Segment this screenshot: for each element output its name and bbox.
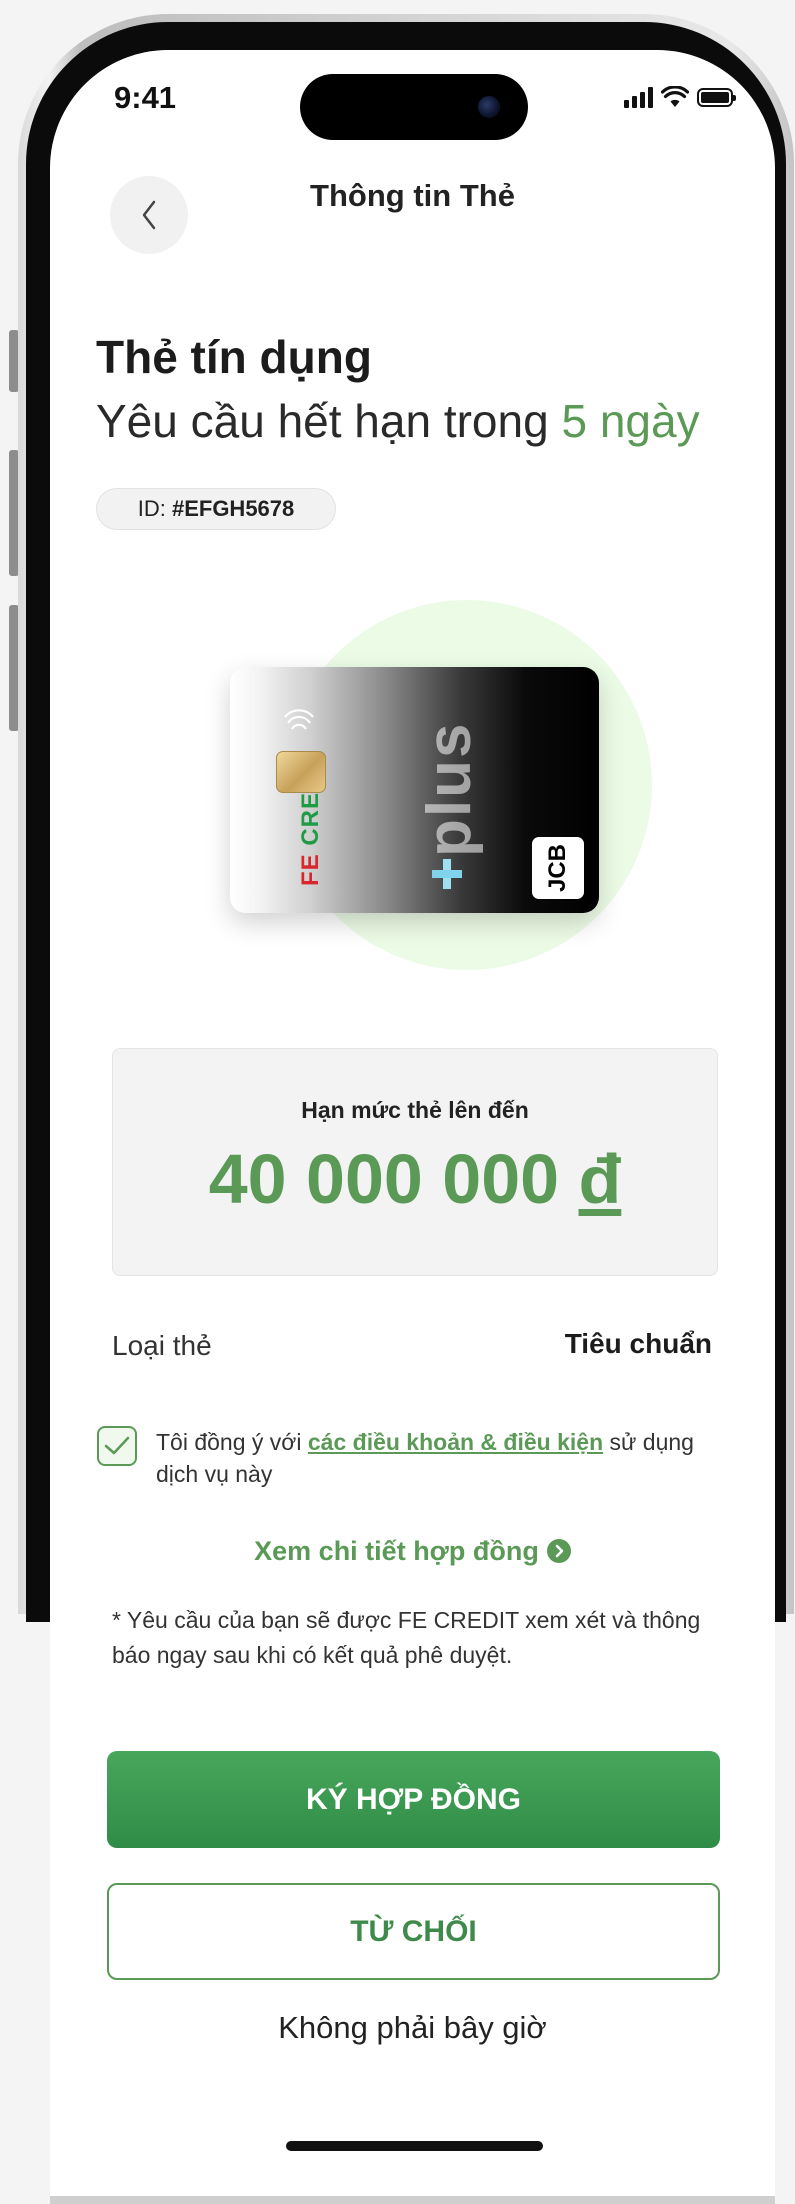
reject-button[interactable]: TỪ CHỐI	[107, 1883, 720, 1980]
expiry-prefix: Yêu cầu hết hạn trong	[96, 395, 562, 447]
limit-value: 40 000 000	[208, 1140, 560, 1218]
request-id-badge: ID: #EFGH5678	[96, 488, 336, 530]
currency-symbol: đ	[578, 1140, 622, 1218]
screen-bottom-edge	[50, 2196, 775, 2204]
chevron-right-circle-icon	[546, 1538, 571, 1563]
approval-note: * Yêu cầu của bạn sẽ được FE CREDIT xem …	[112, 1607, 701, 1668]
sign-contract-button[interactable]: KÝ HỢP ĐỒNG	[107, 1751, 720, 1848]
credit-card-image: FE CREDIT plus JCB	[230, 667, 599, 913]
expiry-days: 5 ngày	[561, 395, 700, 447]
terms-checkbox[interactable]	[97, 1426, 137, 1466]
consent-text: Tôi đồng ý với các điều khoản & điều kiệ…	[156, 1429, 694, 1487]
card-type-title: Thẻ tín dụng	[96, 331, 372, 383]
id-value: #EFGH5678	[171, 496, 295, 521]
home-indicator[interactable]	[286, 2141, 543, 2151]
app-screen: 9:41 Thông tin Thẻ Thẻ tín dụng Yêu cầu …	[50, 50, 775, 2204]
id-label: ID:	[137, 496, 172, 521]
plus-cross-icon	[432, 859, 462, 889]
camera-icon	[478, 96, 500, 118]
credit-limit-box: Hạn mức thẻ lên đến 40 000 000 đ	[112, 1048, 718, 1276]
fe-credit-logo: FE CREDIT	[297, 750, 324, 886]
limit-amount: 40 000 000 đ	[113, 1139, 717, 1219]
plus-product-label: plus	[415, 721, 484, 857]
terms-link[interactable]: các điều khoản & điều kiện	[308, 1429, 603, 1455]
dynamic-island	[300, 74, 528, 140]
view-contract-label: Xem chi tiết hợp đồng	[254, 1536, 539, 1566]
wifi-icon	[661, 86, 689, 107]
not-now-link[interactable]: Không phải bây giờ	[50, 2010, 775, 2046]
expiry-text: Yêu cầu hết hạn trong 5 ngày	[96, 394, 700, 448]
check-icon	[104, 1436, 130, 1455]
status-icons	[624, 86, 736, 108]
status-time: 9:41	[114, 80, 177, 115]
cellular-signal-icon	[624, 86, 653, 108]
limit-label: Hạn mức thẻ lên đến	[301, 1097, 529, 1123]
view-contract-link[interactable]: Xem chi tiết hợp đồng	[50, 1536, 775, 1567]
card-class-value: Tiêu chuẩn	[564, 1328, 712, 1359]
jcb-logo: JCB	[532, 837, 584, 899]
chip-icon	[276, 751, 326, 793]
battery-icon	[697, 87, 736, 107]
card-class-label: Loại thẻ	[112, 1330, 212, 1361]
page-title: Thông tin Thẻ	[310, 178, 515, 213]
contactless-icon	[284, 709, 314, 730]
